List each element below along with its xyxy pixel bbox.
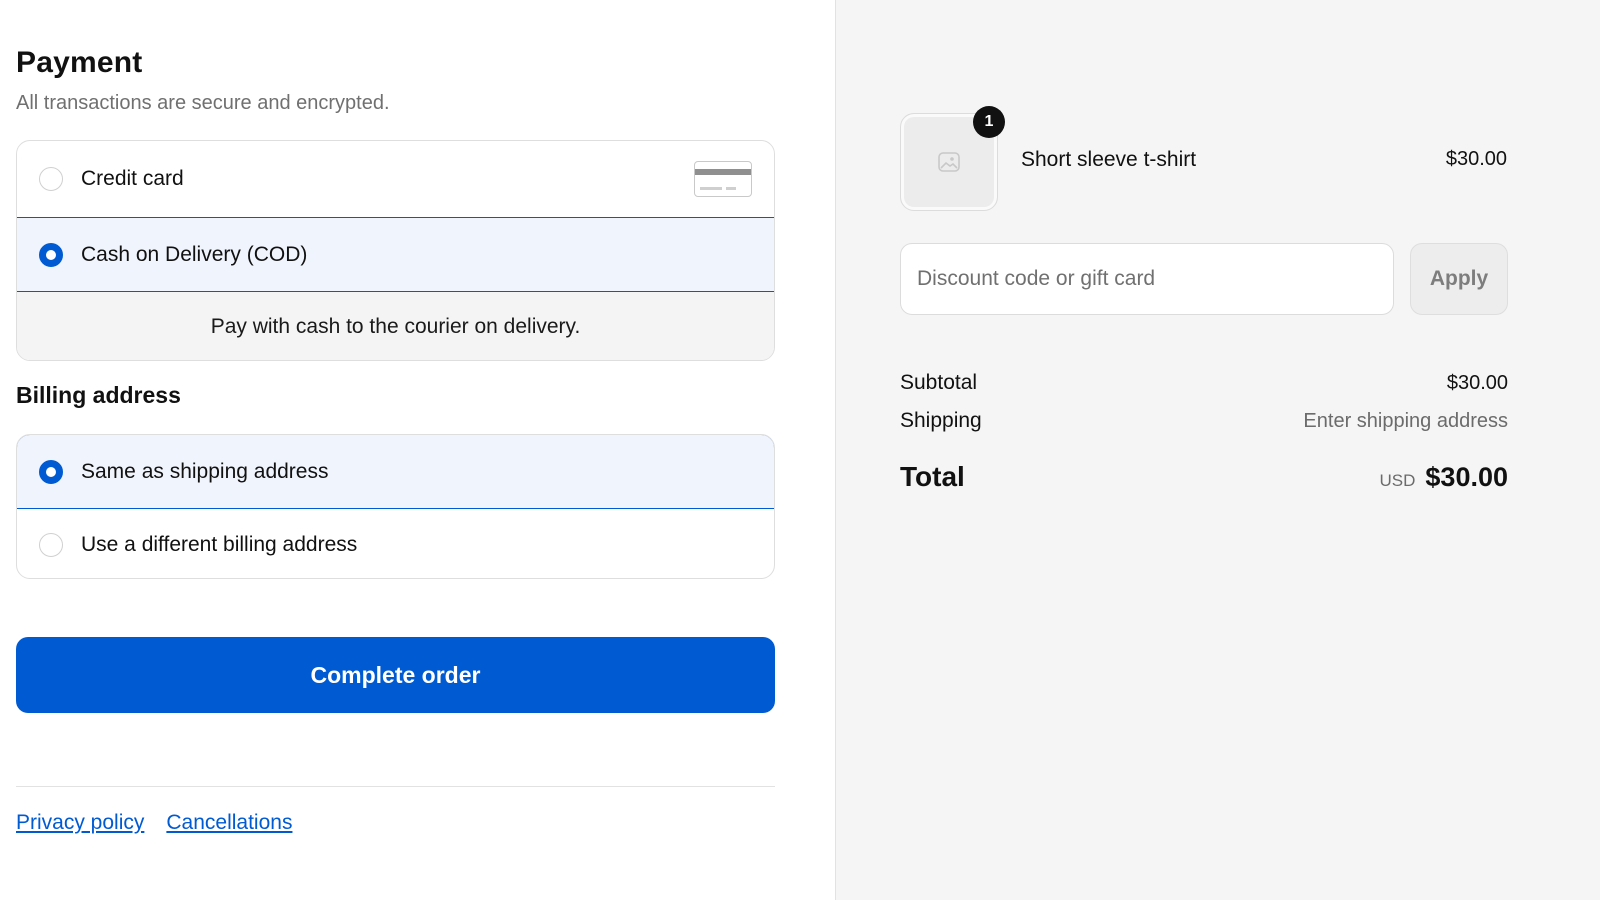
different-address-radio[interactable] [39,532,63,557]
shipping-label: Shipping [900,409,982,432]
billing-options: Same as shipping address Use a different… [16,434,775,579]
apply-discount-button[interactable]: Apply [1410,243,1508,315]
payment-option-label: Credit card [81,167,184,190]
discount-code-input[interactable] [900,243,1394,315]
shipping-row: Shipping Enter shipping address [900,409,1508,433]
footer-divider [16,786,775,787]
payment-option-label: Cash on Delivery (COD) [81,242,308,266]
complete-order-button[interactable]: Complete order [16,637,775,713]
billing-heading: Billing address [16,382,181,408]
subtotal-label: Subtotal [900,371,978,394]
total-label: Total [900,461,965,492]
payment-methods: Credit card Cash on Delivery (COD) Pay w… [16,140,775,361]
privacy-policy-link[interactable]: Privacy policy [16,811,144,835]
total-currency: USD [1379,471,1416,490]
cod-radio[interactable] [39,242,63,267]
product-name: Short sleeve t-shirt [1021,148,1197,171]
shipping-value: Enter shipping address [1303,410,1508,432]
billing-option-label: Use a different billing address [81,532,358,556]
payment-subtitle: All transactions are secure and encrypte… [16,92,390,114]
credit-card-icon [694,161,752,197]
payment-option-credit-card[interactable]: Credit card [17,141,774,217]
billing-option-different[interactable]: Use a different billing address [17,509,774,578]
billing-option-same[interactable]: Same as shipping address [17,435,774,509]
checkout-main-column: Payment All transactions are secure and … [0,0,836,900]
payment-option-cod[interactable]: Cash on Delivery (COD) [17,217,774,292]
credit-card-radio[interactable] [39,167,63,191]
subtotal-value: $30.00 [1446,372,1508,394]
same-address-radio[interactable] [39,459,63,484]
product-price: $30.00 [1445,148,1507,170]
quantity-badge: 1 [973,106,1005,138]
subtotal-row: Subtotal $30.00 [900,371,1508,395]
billing-option-label: Same as shipping address [81,459,329,483]
cod-description: Pay with cash to the courier on delivery… [17,292,774,360]
payment-heading: Payment [16,46,143,79]
image-placeholder-icon [938,152,960,172]
total-row: Total USD $30.00 [900,461,1508,493]
footer-links: Privacy policy Cancellations [16,811,292,835]
total-amount: USD $30.00 [1380,462,1509,493]
cancellations-link[interactable]: Cancellations [166,811,292,835]
total-value: $30.00 [1425,462,1508,492]
